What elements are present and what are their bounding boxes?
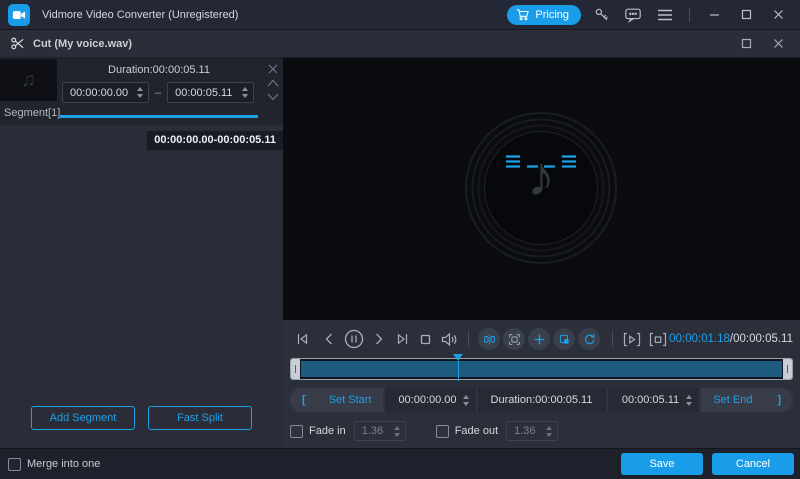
segment-range-tooltip: 00:00:00.00-00:00:05.11 bbox=[147, 131, 283, 150]
stop-selection-button[interactable] bbox=[648, 331, 668, 348]
maximize-button[interactable] bbox=[734, 4, 758, 26]
fade-in-field[interactable] bbox=[354, 421, 406, 441]
segment-move-down-icon[interactable] bbox=[267, 90, 279, 103]
segment-start-time-field[interactable] bbox=[62, 82, 149, 103]
add-segment-button[interactable]: Add Segment bbox=[31, 406, 135, 430]
trim-end-field[interactable] bbox=[606, 388, 701, 412]
segment-range-bar bbox=[60, 115, 258, 118]
segment-start-time-input[interactable] bbox=[70, 87, 132, 99]
app-logo-icon bbox=[8, 4, 30, 26]
time-display: 00:00:01.18/00:00:05.11 bbox=[669, 333, 793, 345]
app-title: Vidmore Video Converter (Unregistered) bbox=[42, 9, 238, 21]
close-bracket: ] bbox=[765, 394, 793, 406]
close-button[interactable] bbox=[766, 4, 790, 26]
fade-in-label: Fade in bbox=[309, 425, 346, 437]
transport-separator bbox=[468, 331, 469, 347]
scissors-icon bbox=[10, 36, 25, 51]
go-to-start-icon[interactable] bbox=[294, 330, 312, 348]
fade-out-input[interactable] bbox=[514, 425, 540, 437]
fade-out-field[interactable] bbox=[506, 421, 558, 441]
previous-frame-icon[interactable] bbox=[321, 331, 337, 347]
pause-button[interactable] bbox=[343, 328, 365, 350]
minimize-button[interactable] bbox=[702, 4, 726, 26]
fast-split-button[interactable]: Fast Split bbox=[148, 406, 252, 430]
trim-duration-label: Duration:00:00:05.11 bbox=[478, 388, 606, 412]
snapshot-frame-button[interactable] bbox=[503, 328, 525, 350]
add-segment-icon-button[interactable] bbox=[528, 328, 550, 350]
fade-out-label: Fade out bbox=[455, 425, 498, 437]
trim-end-spinner[interactable] bbox=[686, 395, 692, 406]
titlebar-separator bbox=[689, 8, 690, 22]
timeline-selected-range bbox=[300, 360, 783, 378]
menu-icon[interactable] bbox=[653, 4, 677, 26]
go-to-end-icon[interactable] bbox=[393, 330, 411, 348]
cut-maximize-button[interactable] bbox=[734, 33, 758, 55]
timeline-start-handle[interactable] bbox=[291, 359, 300, 379]
fade-in-checkbox[interactable] bbox=[290, 425, 303, 438]
timeline-slider[interactable] bbox=[290, 358, 793, 380]
segment-delete-icon[interactable] bbox=[268, 62, 278, 75]
next-frame-icon[interactable] bbox=[371, 331, 387, 347]
set-end-button[interactable]: Set End bbox=[701, 394, 766, 406]
fade-out-spinner[interactable] bbox=[546, 426, 552, 437]
current-time: 00:00:01.18 bbox=[669, 333, 730, 345]
segment-end-spinner[interactable] bbox=[242, 87, 248, 98]
segment-panel: ♫ Duration:00:00:05.11 – Segment[1] bbox=[0, 58, 283, 448]
open-bracket: [ bbox=[290, 394, 318, 406]
segment-end-time-field[interactable] bbox=[167, 82, 254, 103]
transport-separator bbox=[612, 331, 613, 347]
titlebar: Vidmore Video Converter (Unregistered) P… bbox=[0, 0, 800, 30]
timeline-playhead[interactable] bbox=[453, 354, 464, 381]
fade-options: Fade in Fade out bbox=[290, 419, 793, 443]
total-time: /00:00:05.11 bbox=[730, 333, 793, 345]
pricing-label: Pricing bbox=[535, 9, 569, 21]
reset-button[interactable] bbox=[578, 328, 600, 350]
trim-bar: [ Set Start Duration:00:00:05.11 Set End… bbox=[290, 388, 793, 412]
merge-into-one-checkbox[interactable] bbox=[8, 458, 21, 471]
music-note-icon: ♪ bbox=[527, 144, 555, 209]
cut-dialog-title: Cut (My voice.wav) bbox=[33, 38, 132, 50]
trim-start-input[interactable] bbox=[395, 394, 461, 406]
split-button[interactable] bbox=[478, 328, 500, 350]
set-start-button[interactable]: Set Start bbox=[318, 394, 383, 406]
play-selection-button[interactable] bbox=[622, 331, 642, 348]
duplicate-segment-button[interactable] bbox=[553, 328, 575, 350]
segment-item[interactable]: ♫ Duration:00:00:05.11 – Segment[1] bbox=[0, 58, 283, 125]
pricing-button[interactable]: Pricing bbox=[507, 5, 581, 25]
segment-end-time-input[interactable] bbox=[175, 87, 237, 99]
register-key-icon[interactable] bbox=[589, 4, 613, 26]
footer-bar: Merge into one Save Cancel bbox=[0, 448, 800, 479]
fade-out-checkbox[interactable] bbox=[436, 425, 449, 438]
cut-close-button[interactable] bbox=[766, 33, 790, 55]
fade-in-spinner[interactable] bbox=[394, 426, 400, 437]
merge-into-one-label: Merge into one bbox=[27, 458, 100, 470]
cut-dialog-titlebar: Cut (My voice.wav) bbox=[0, 30, 800, 58]
cart-icon bbox=[516, 8, 530, 21]
cancel-button[interactable]: Cancel bbox=[712, 453, 794, 475]
segment-start-spinner[interactable] bbox=[137, 87, 143, 98]
range-separator: – bbox=[155, 87, 161, 99]
fade-in-input[interactable] bbox=[362, 425, 388, 437]
segment-duration-label: Duration:00:00:05.11 bbox=[60, 64, 258, 76]
equalizer-icon bbox=[506, 155, 576, 168]
save-button[interactable]: Save bbox=[621, 453, 703, 475]
segment-move-up-icon[interactable] bbox=[267, 76, 279, 89]
volume-icon[interactable] bbox=[440, 331, 459, 348]
feedback-icon[interactable] bbox=[621, 4, 645, 26]
trim-end-input[interactable] bbox=[618, 394, 684, 406]
vidmore-cut-window: Vidmore Video Converter (Unregistered) P… bbox=[0, 0, 800, 479]
trim-start-field[interactable] bbox=[383, 388, 478, 412]
music-notes-icon: ♫ bbox=[21, 69, 36, 92]
stop-icon[interactable] bbox=[417, 331, 434, 348]
trim-start-spinner[interactable] bbox=[463, 395, 469, 406]
audio-preview: ♪ bbox=[283, 58, 800, 320]
segment-name-label: Segment[1] bbox=[4, 107, 60, 119]
playback-controls: 00:00:01.18/00:00:05.11 [ Set Start bbox=[283, 320, 800, 448]
segment-thumbnail: ♫ bbox=[0, 59, 57, 101]
timeline-end-handle[interactable] bbox=[783, 359, 792, 379]
